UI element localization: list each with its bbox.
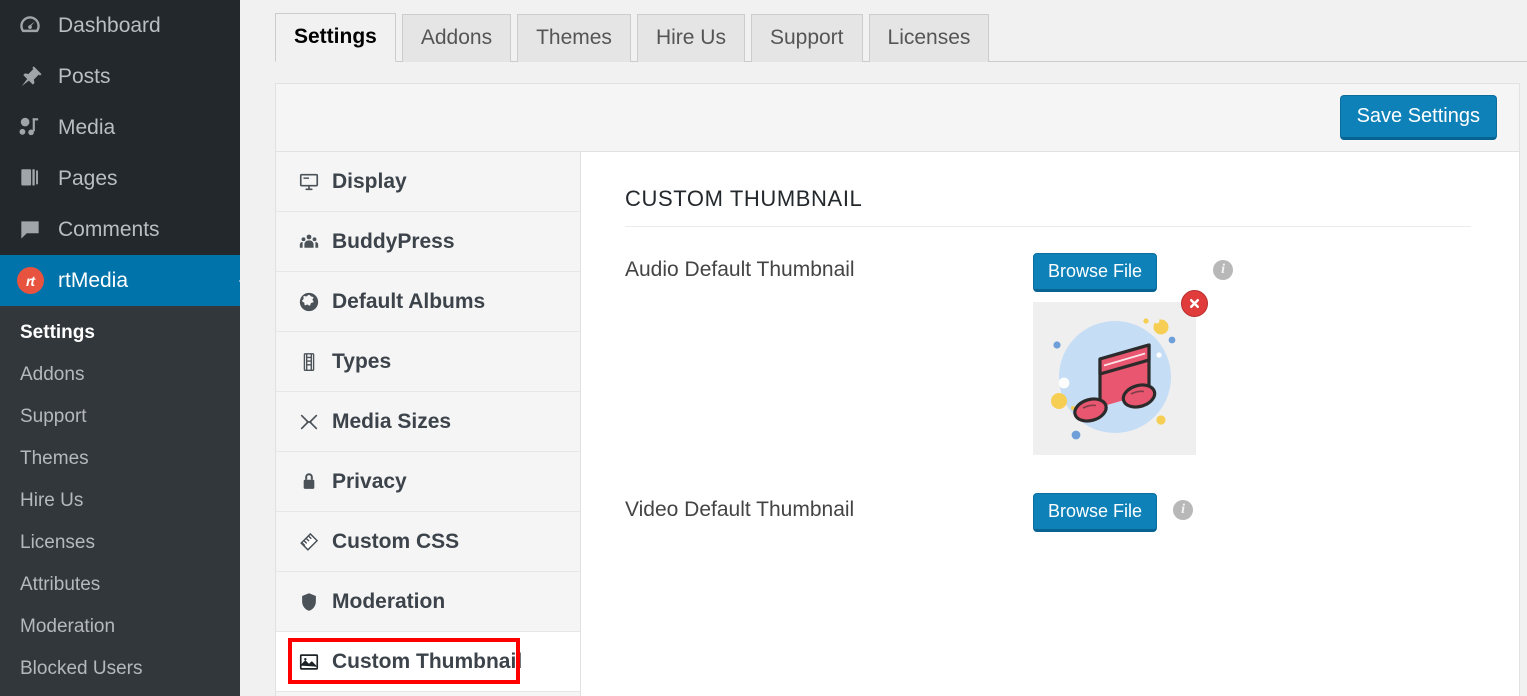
inner-nav-item-display[interactable]: Display [276,152,580,212]
resize-icon [298,411,332,433]
inner-nav-item-moderation[interactable]: Moderation [276,572,580,632]
save-settings-button[interactable]: Save Settings [1340,95,1497,140]
filmstrip-icon [298,351,332,373]
sidebar-item-label: Posts [58,65,111,89]
submenu-item-addons[interactable]: Addons [0,354,240,396]
submenu-item-settings[interactable]: Settings [0,312,240,354]
sidebar-item-label: Media [58,116,115,140]
submenu-item-support[interactable]: Support [0,396,240,438]
field-label: Audio Default Thumbnail [625,253,1033,287]
audio-thumbnail-preview [1033,302,1196,455]
submenu-item-moderation[interactable]: Moderation [0,606,240,648]
media-icon [14,114,46,142]
lock-icon [298,471,332,493]
sidebar-item-comments[interactable]: Comments [0,204,240,255]
rtmedia-logo-icon: rt [14,267,46,295]
inner-nav-item-types[interactable]: Types [276,332,580,392]
sidebar-item-label: Comments [58,218,160,242]
sidebar-item-dashboard[interactable]: Dashboard [0,0,240,51]
inner-nav-label: Moderation [332,590,445,614]
sidebar-item-label: Pages [58,167,118,191]
field-row-video-default-thumbnail: Video Default Thumbnail Browse File i [625,493,1471,532]
screen-root: Dashboard Posts Media [0,0,1527,696]
dashboard-icon [14,12,46,40]
inner-nav-label: Types [332,350,391,374]
inner-nav-label: Custom Thumbnail [332,650,522,674]
inner-nav-label: Default Albums [332,290,485,314]
tab-themes[interactable]: Themes [517,14,631,62]
globe-icon [298,291,332,313]
comment-icon [14,216,46,244]
submenu-item-themes[interactable]: Themes [0,438,240,480]
tab-support[interactable]: Support [751,14,863,62]
sidebar-item-label: rtMedia [58,269,128,293]
settings-panel: Save Settings Display [275,83,1520,696]
inner-nav-label: Custom CSS [332,530,459,554]
inner-nav-item-custom-thumbnail[interactable]: Custom Thumbnail [276,632,580,692]
sidebar-item-media[interactable]: Media [0,102,240,153]
rtmedia-submenu: Settings Addons Support Themes Hire Us L… [0,306,240,696]
monitor-icon [298,171,332,193]
settings-tab-bar: Settings Addons Themes Hire Us Support L… [275,8,1527,62]
browse-file-button-video[interactable]: Browse File [1033,493,1157,532]
inner-nav-item-default-albums[interactable]: Default Albums [276,272,580,332]
sidebar-item-rtmedia[interactable]: rt rtMedia [0,255,240,306]
pages-icon [14,165,46,193]
inner-nav-label: Privacy [332,470,407,494]
tab-licenses[interactable]: Licenses [869,14,990,62]
inner-nav-label: Media Sizes [332,410,451,434]
field-control: Browse File i [1033,253,1233,292]
music-note-thumbnail[interactable] [1033,302,1196,455]
image-icon [298,651,332,673]
panel-toolbar: Save Settings [276,84,1519,152]
field-row-audio-default-thumbnail: Audio Default Thumbnail Browse File i [625,253,1471,292]
sidebar-item-label: Dashboard [58,14,161,38]
submenu-item-licenses[interactable]: Licenses [0,522,240,564]
info-icon[interactable]: i [1213,260,1233,280]
submenu-item-hire-us[interactable]: Hire Us [0,480,240,522]
settings-inner-nav: Display [276,152,581,696]
panel-body: Display [276,152,1519,696]
info-icon[interactable]: i [1173,500,1193,520]
browse-file-button-audio[interactable]: Browse File [1033,253,1157,292]
tab-settings[interactable]: Settings [275,13,396,62]
rtmedia-badge-text: rt [17,267,44,294]
inner-nav-item-privacy[interactable]: Privacy [276,452,580,512]
group-icon [298,231,332,253]
tab-hire-us[interactable]: Hire Us [637,14,745,62]
remove-thumbnail-button[interactable] [1181,290,1208,317]
pin-icon [14,63,46,91]
shield-icon [298,591,332,613]
css-tag-icon [298,531,332,553]
wp-admin-sidebar: Dashboard Posts Media [0,0,240,696]
custom-thumbnail-section: CUSTOM THUMBNAIL Audio Default Thumbnail… [581,152,1519,696]
field-label: Video Default Thumbnail [625,493,1033,527]
inner-nav-label: BuddyPress [332,230,455,254]
inner-nav-label: Display [332,170,407,194]
section-title: CUSTOM THUMBNAIL [625,186,1471,227]
field-control: Browse File i [1033,493,1193,532]
main-content: Settings Addons Themes Hire Us Support L… [240,0,1527,696]
submenu-item-blocked-users[interactable]: Blocked Users [0,648,240,690]
sidebar-item-pages[interactable]: Pages [0,153,240,204]
submenu-item-attributes[interactable]: Attributes [0,564,240,606]
inner-nav-item-media-sizes[interactable]: Media Sizes [276,392,580,452]
inner-nav-item-buddypress[interactable]: BuddyPress [276,212,580,272]
inner-nav-item-custom-css[interactable]: Custom CSS [276,512,580,572]
tab-addons[interactable]: Addons [402,14,511,62]
sidebar-item-posts[interactable]: Posts [0,51,240,102]
